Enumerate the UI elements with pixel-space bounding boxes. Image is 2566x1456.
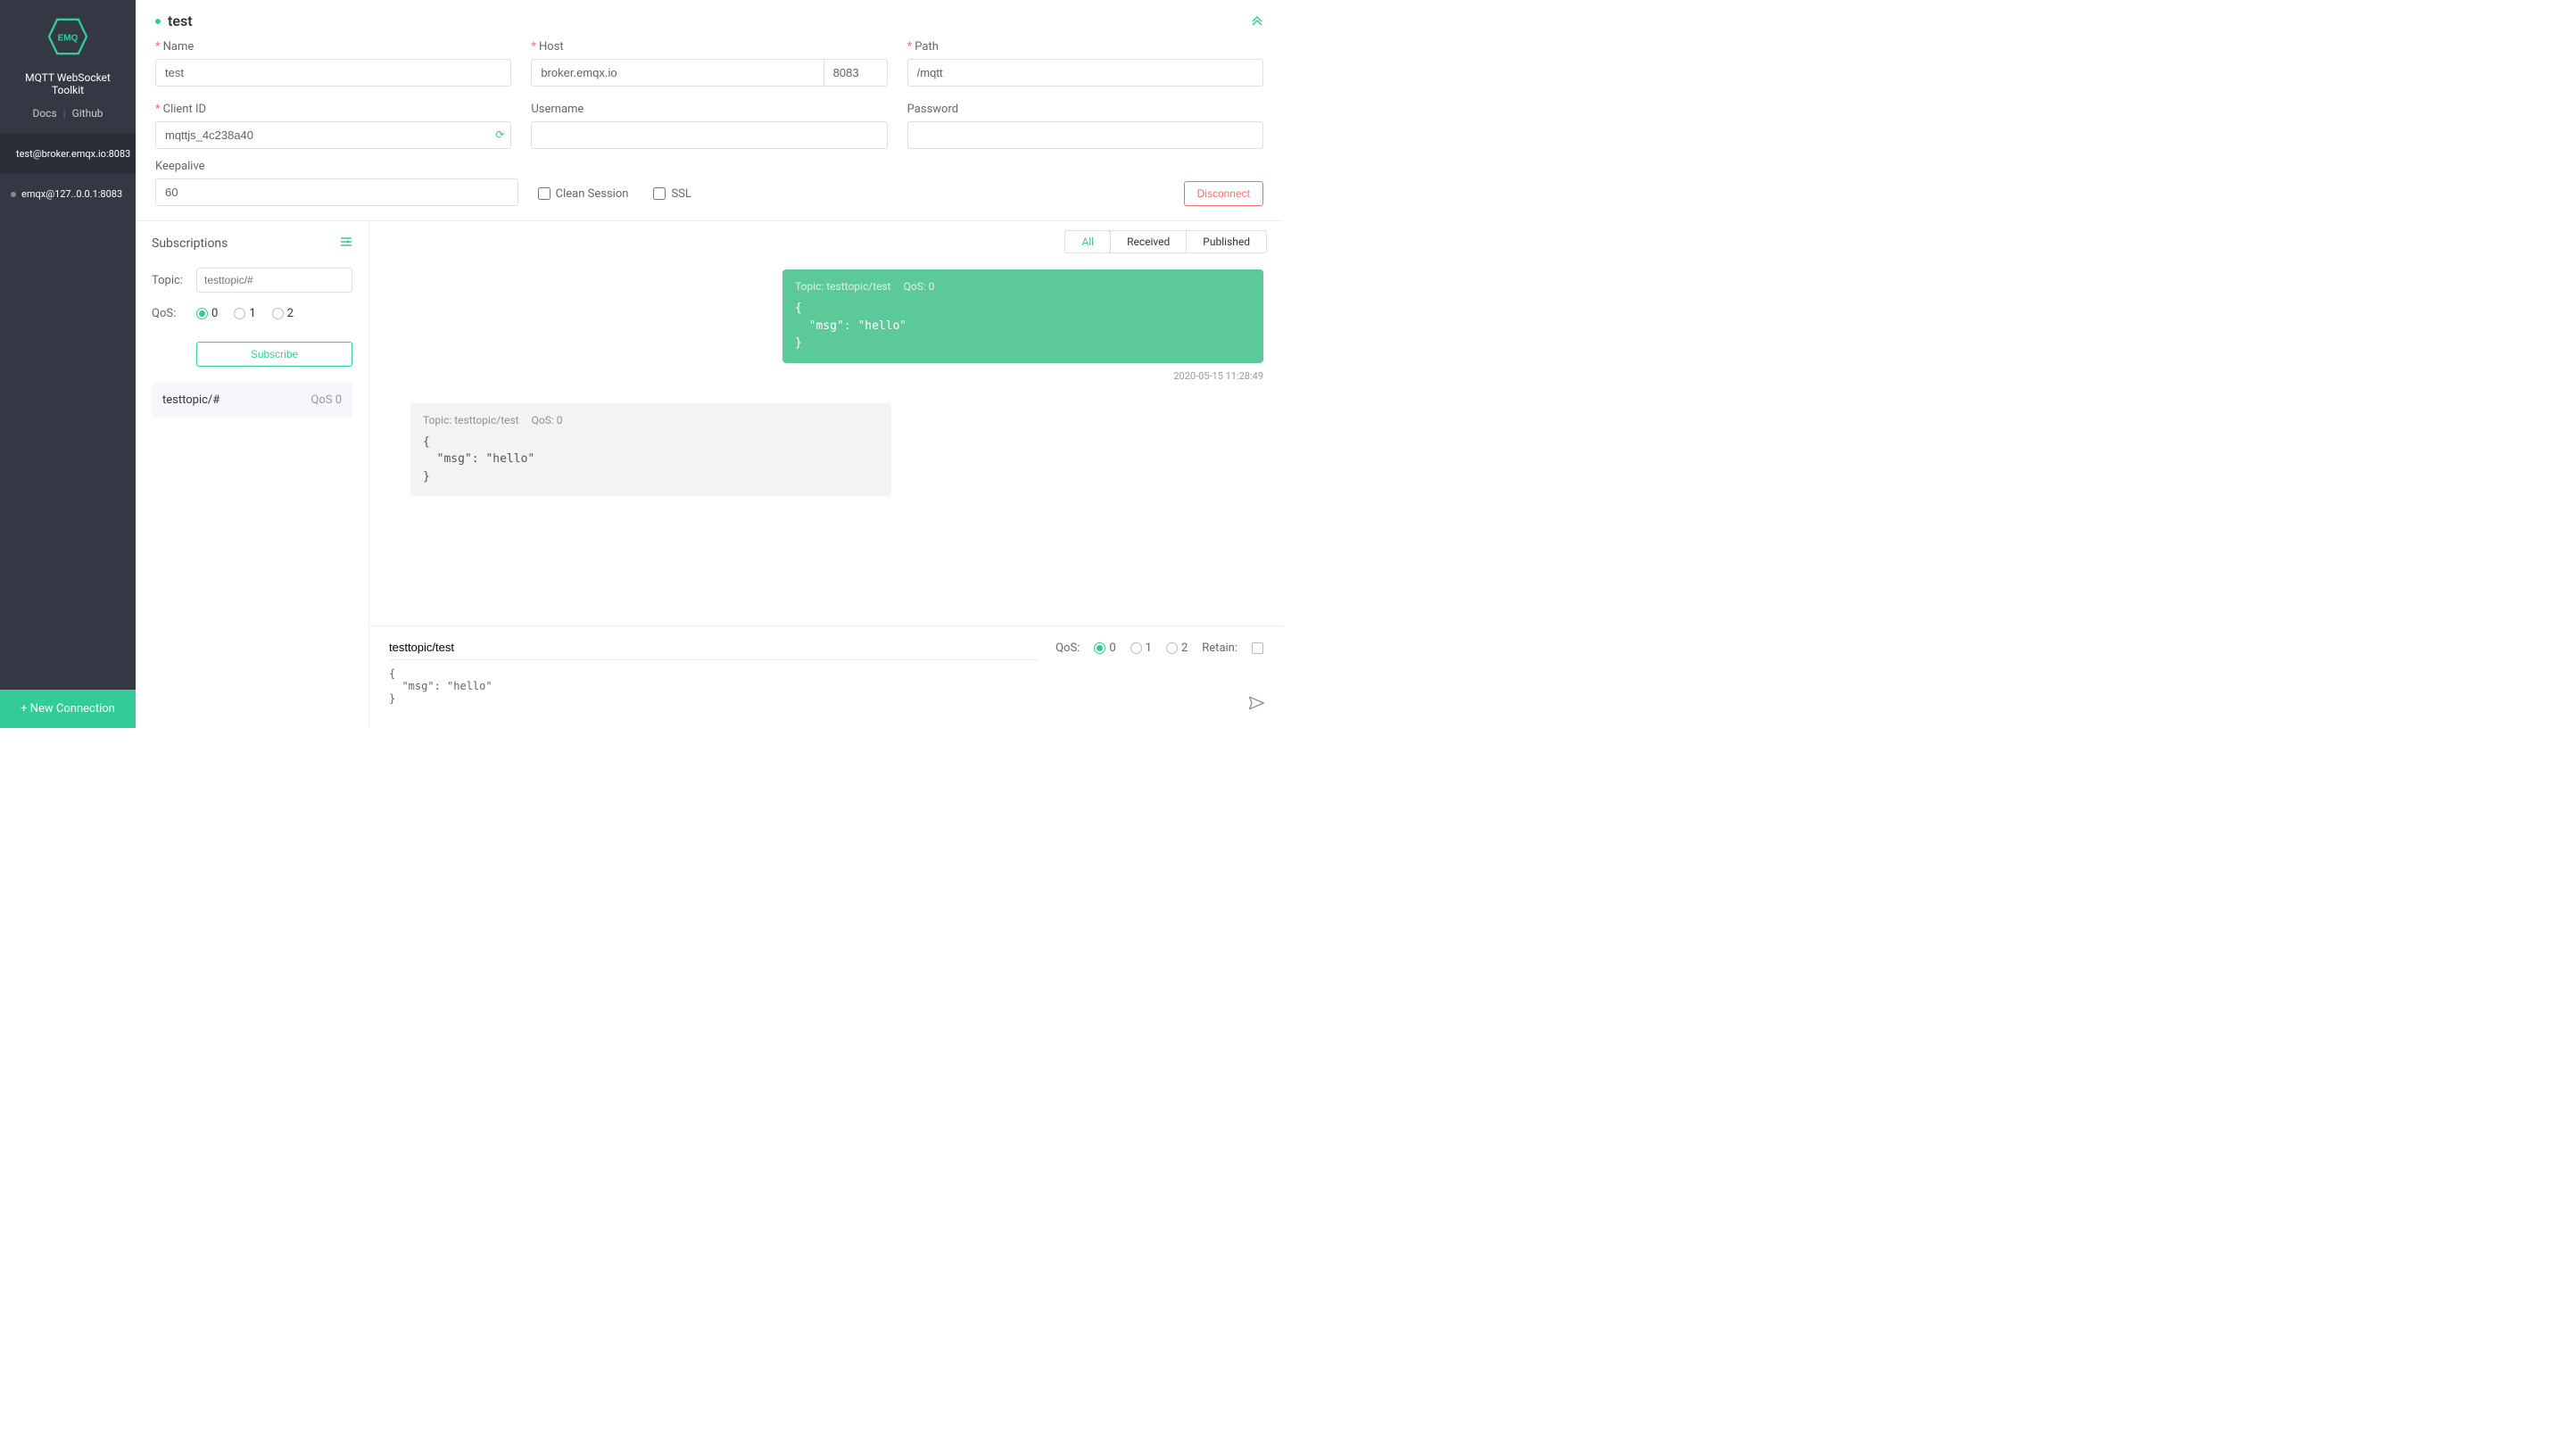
clean-session-checkbox[interactable]: Clean Session [538, 187, 629, 201]
publish-qos-radio-2[interactable]: 2 [1166, 641, 1188, 655]
main-panel: test *Name *Host *Path [136, 0, 1283, 728]
subscribe-button[interactable]: Subscribe [196, 342, 352, 367]
publish-qos-radio-0[interactable]: 0 [1094, 641, 1115, 655]
connection-label: emqx@127..0.0.1:8083 [21, 188, 122, 200]
username-field: Username [531, 103, 887, 149]
nav-separator: | [63, 107, 66, 120]
host-field: *Host [531, 40, 887, 87]
messages-panel: All Received Published Topic: testtopic/… [369, 221, 1283, 728]
app-title: MQTT WebSocket Toolkit [9, 71, 127, 96]
subscriptions-toggle-icon[interactable] [340, 236, 352, 252]
port-input[interactable] [824, 59, 888, 87]
message-sent: Topic: testtopic/test QoS: 0 { "msg": "h… [782, 269, 1263, 363]
publish-bar: QoS: 0 1 2 Retain: [369, 625, 1283, 728]
tab-all[interactable]: All [1064, 230, 1111, 253]
subscription-item[interactable]: testtopic/# QoS 0 [152, 383, 352, 418]
name-input[interactable] [155, 59, 511, 87]
message-body: { "msg": "hello" } [423, 434, 879, 486]
qos-label: QoS: [152, 307, 187, 320]
message-qos: QoS: 0 [532, 414, 563, 426]
subscriptions-panel: Subscriptions Topic: QoS: 0 1 2 Subscrib… [136, 221, 369, 728]
password-field: Password [907, 103, 1263, 149]
password-input[interactable] [907, 121, 1263, 149]
message-qos: QoS: 0 [904, 280, 935, 293]
connection-label: test@broker.emqx.io:8083 [16, 148, 130, 160]
host-input[interactable] [531, 59, 823, 87]
github-link[interactable]: Github [72, 107, 103, 120]
publish-body-input[interactable] [389, 667, 1263, 712]
publish-topic-input[interactable] [389, 635, 1039, 660]
username-input[interactable] [531, 121, 887, 149]
connection-item[interactable]: emqx@127..0.0.1:8083 [0, 174, 136, 214]
connection-item[interactable]: test@broker.emqx.io:8083 [0, 134, 136, 174]
subscription-topic: testtopic/# [162, 393, 219, 407]
path-field: *Path [907, 40, 1263, 87]
qos-radio-1[interactable]: 1 [234, 307, 255, 320]
disconnect-button[interactable]: Disconnect [1184, 181, 1263, 206]
message-filter-tabs: All Received Published [1064, 230, 1267, 253]
subscription-qos: QoS 0 [310, 393, 342, 407]
publish-qos-radio-1[interactable]: 1 [1130, 641, 1152, 655]
send-icon[interactable] [1247, 694, 1265, 716]
ssl-checkbox[interactable]: SSL [653, 187, 691, 201]
publish-qos-label: QoS: [1055, 641, 1080, 655]
qos-radio-2[interactable]: 2 [272, 307, 294, 320]
subscriptions-header: Subscriptions [152, 236, 228, 251]
message-timestamp: 2020-05-15 11:28:49 [389, 370, 1263, 382]
message-body: { "msg": "hello" } [795, 300, 1251, 352]
message-received: Topic: testtopic/test QoS: 0 { "msg": "h… [410, 403, 891, 497]
message-topic: Topic: testtopic/test [795, 280, 891, 293]
message-topic: Topic: testtopic/test [423, 414, 519, 426]
sidebar: EMQ MQTT WebSocket Toolkit Docs | Github… [0, 0, 136, 728]
refresh-icon[interactable]: ⟳ [495, 128, 504, 141]
logo-area: EMQ MQTT WebSocket Toolkit Docs | Github [0, 0, 136, 134]
status-dot-offline [11, 192, 16, 197]
emq-logo: EMQ [47, 18, 88, 55]
path-input[interactable] [907, 59, 1263, 87]
config-title: test [155, 12, 193, 29]
docs-link[interactable]: Docs [32, 107, 56, 120]
clientid-field: *Client ID ⟳ [155, 103, 511, 149]
content-area: Subscriptions Topic: QoS: 0 1 2 Subscrib… [136, 221, 1283, 728]
new-connection-button[interactable]: + New Connection [0, 690, 136, 728]
svg-text:EMQ: EMQ [58, 34, 79, 44]
name-field: *Name [155, 40, 511, 87]
retain-label: Retain: [1202, 641, 1237, 655]
tab-published[interactable]: Published [1186, 231, 1266, 252]
topic-input[interactable] [196, 268, 352, 293]
tab-received[interactable]: Received [1110, 231, 1186, 252]
connection-list: test@broker.emqx.io:8083 emqx@127..0.0.1… [0, 134, 136, 690]
retain-checkbox[interactable] [1252, 642, 1263, 654]
status-dot-online [155, 19, 161, 24]
clientid-input[interactable] [155, 121, 511, 149]
message-list: Topic: testtopic/test QoS: 0 { "msg": "h… [369, 253, 1283, 625]
topic-label: Topic: [152, 274, 187, 287]
collapse-icon[interactable] [1251, 13, 1263, 29]
keepalive-input[interactable] [155, 178, 518, 206]
nav-links: Docs | Github [9, 107, 127, 120]
qos-radio-0[interactable]: 0 [196, 307, 218, 320]
keepalive-field: Keepalive [155, 160, 518, 206]
config-panel: test *Name *Host *Path [136, 0, 1283, 221]
